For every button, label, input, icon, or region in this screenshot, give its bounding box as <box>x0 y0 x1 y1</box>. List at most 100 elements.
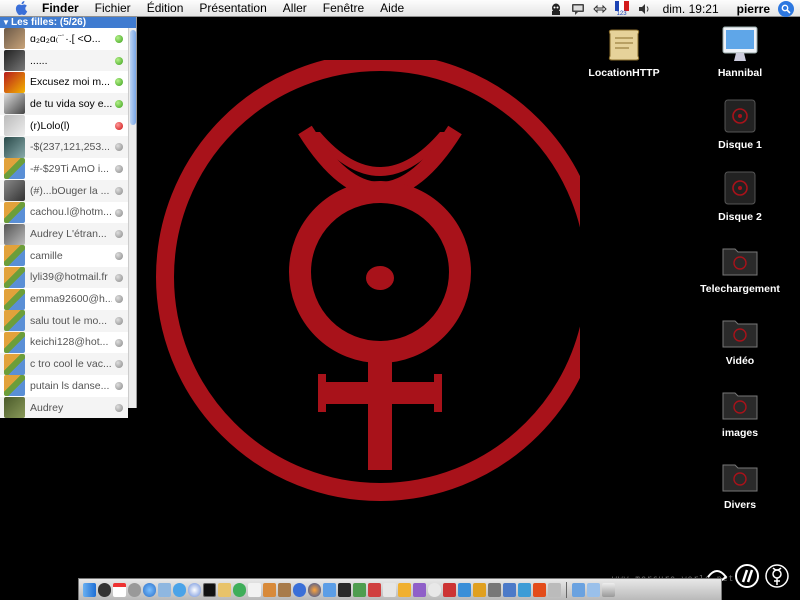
menu-finder[interactable]: Finder <box>42 0 87 17</box>
icon-label: Vidéo <box>725 355 755 367</box>
disclosure-triangle-icon[interactable]: ▼ <box>2 17 11 28</box>
buddy-row[interactable]: lyli39@hotmail.fr <box>0 266 128 289</box>
desktop-icon-disque-1[interactable]: Disque 1 <box>690 96 790 151</box>
desktop-icon-hannibal[interactable]: Hannibal <box>690 24 790 79</box>
desktop-icon-divers[interactable]: Divers <box>690 456 790 511</box>
itunes-dock-icon[interactable] <box>188 582 201 597</box>
ichat-dock-icon[interactable] <box>173 582 186 597</box>
buddy-name: (#)...bOuger la ... <box>30 184 110 197</box>
buddy-row[interactable]: Audrey <box>0 396 128 419</box>
ical-dock-icon[interactable] <box>113 582 126 597</box>
app-dock-icon[interactable] <box>368 582 381 597</box>
buddy-row[interactable]: (#)...bOuger la ... <box>0 179 128 202</box>
input-menu-flag-icon[interactable]: 123 <box>611 0 633 17</box>
buddy-row[interactable]: salu tout le mo... <box>0 309 128 332</box>
buddy-row[interactable]: ...... <box>0 49 128 72</box>
volume-icon[interactable] <box>633 0 655 17</box>
status-offline-icon <box>115 165 123 174</box>
buddy-row[interactable]: -#-$29Ti AmO i... <box>0 158 128 180</box>
desktop-icon-locationhttp[interactable]: LocationHTTP <box>574 24 674 79</box>
desktop-icon-video[interactable]: Vidéo <box>690 312 790 367</box>
mail-dock-icon[interactable] <box>158 582 171 597</box>
sync-arrows-icon[interactable] <box>589 0 611 17</box>
trash-dock-icon[interactable] <box>602 582 615 597</box>
adium-dock-icon[interactable] <box>233 582 246 597</box>
buddy-row[interactable]: emma92600@h... <box>0 288 128 310</box>
buddy-name: -$(237,121,253... <box>30 141 110 154</box>
apple-menu-icon[interactable] <box>10 0 32 17</box>
buddy-row[interactable]: cachou.l@hotm... <box>0 201 128 224</box>
menu-aide[interactable]: Aide <box>372 0 412 17</box>
app-dock-icon[interactable] <box>443 582 456 597</box>
quicktime-dock-icon[interactable] <box>293 582 306 597</box>
alien-icon[interactable] <box>545 0 567 17</box>
scrollbar-thumb[interactable] <box>130 30 136 125</box>
app-dock-icon[interactable] <box>353 582 366 597</box>
menu-fenetre[interactable]: Fenêtre <box>315 0 372 17</box>
folder-dock-icon[interactable] <box>572 582 585 597</box>
app-dock-icon[interactable] <box>428 582 441 597</box>
app-dock-icon[interactable] <box>458 582 471 597</box>
terminal-dock-icon[interactable] <box>203 582 216 597</box>
butterfly-avatar-icon <box>4 375 25 397</box>
buddy-row[interactable]: camille <box>0 244 128 267</box>
firefox-dock-icon[interactable] <box>308 582 321 597</box>
menu-aller[interactable]: Aller <box>275 0 315 17</box>
app-dock-icon[interactable] <box>473 582 486 597</box>
textedit-dock-icon[interactable] <box>248 582 261 597</box>
buddy-row[interactable]: (r)Lolo(l) <box>0 114 128 137</box>
system-prefs-dock-icon[interactable] <box>128 582 141 597</box>
buddy-name: emma92600@h... <box>30 293 112 306</box>
address-book-dock-icon[interactable] <box>278 582 291 597</box>
menu-edition[interactable]: Édition <box>139 0 192 17</box>
icon-label: Telechargement <box>700 283 780 295</box>
app-dock-icon[interactable] <box>383 582 396 597</box>
chat-icon[interactable] <box>567 0 589 17</box>
app-dock-icon[interactable] <box>548 582 561 597</box>
user-menu[interactable]: pierre <box>729 2 778 16</box>
app-dock-icon[interactable] <box>413 582 426 597</box>
butterfly-avatar-icon <box>4 310 25 332</box>
buddy-list-scrollbar[interactable] <box>128 28 136 408</box>
buddy-row[interactable]: Audrey L'étran... <box>0 223 128 245</box>
desktop-icon-images[interactable]: images <box>690 384 790 439</box>
app-dock-icon[interactable] <box>518 582 531 597</box>
buddy-row[interactable]: Excusez moi m... <box>0 71 128 94</box>
buddy-row[interactable]: ɑ₂ɑ₂ɑ₍¨˙·.[ <O... <box>0 28 128 50</box>
app-dock-icon[interactable] <box>533 582 546 597</box>
buddy-row[interactable]: -$(237,121,253... <box>0 136 128 159</box>
menu-fichier[interactable]: Fichier <box>87 0 139 17</box>
buddy-row[interactable]: keichi128@hot... <box>0 331 128 354</box>
buddy-row[interactable]: putain ls danse... <box>0 375 128 397</box>
buddy-avatar <box>4 50 25 72</box>
buddy-row[interactable]: c tro cool le vac... <box>0 353 128 375</box>
finder-dock-icon[interactable] <box>83 582 96 597</box>
status-available-icon <box>115 100 123 109</box>
desktop-icon-disque-2[interactable]: Disque 2 <box>690 168 790 223</box>
buddy-avatar <box>4 115 25 137</box>
app-dock-icon[interactable] <box>503 582 516 597</box>
buddy-list-window: ▼Les filles: (5/26) ɑ₂ɑ₂ɑ₍¨˙·.[ <O... ..… <box>0 17 137 419</box>
clock[interactable]: dim. 19:21 <box>655 2 729 16</box>
spotlight-icon[interactable] <box>778 0 794 17</box>
buddy-name: Audrey L'étran... <box>30 228 107 241</box>
mercury-logo-icon <box>765 564 789 588</box>
app-dock-icon[interactable] <box>398 582 411 597</box>
group-header[interactable]: ▼Les filles: (5/26) <box>0 17 136 28</box>
dock-separator <box>566 581 567 598</box>
safari-dock-icon[interactable] <box>143 582 156 597</box>
iphoto-dock-icon[interactable] <box>218 582 231 597</box>
status-offline-icon <box>115 230 123 239</box>
folder-dock-icon[interactable] <box>587 582 600 597</box>
dashboard-dock-icon[interactable] <box>98 582 111 597</box>
menu-presentation[interactable]: Présentation <box>191 0 274 17</box>
desktop-icon-telechargement[interactable]: Telechargement <box>690 240 790 295</box>
preview-dock-icon[interactable] <box>263 582 276 597</box>
french-flag-icon <box>614 0 629 11</box>
app-dock-icon[interactable] <box>488 582 501 597</box>
status-offline-icon <box>115 316 123 325</box>
app-dock-icon[interactable] <box>338 582 351 597</box>
app-dock-icon[interactable] <box>323 582 336 597</box>
status-offline-icon <box>115 273 123 282</box>
buddy-row[interactable]: de tu vida soy e... <box>0 93 128 115</box>
